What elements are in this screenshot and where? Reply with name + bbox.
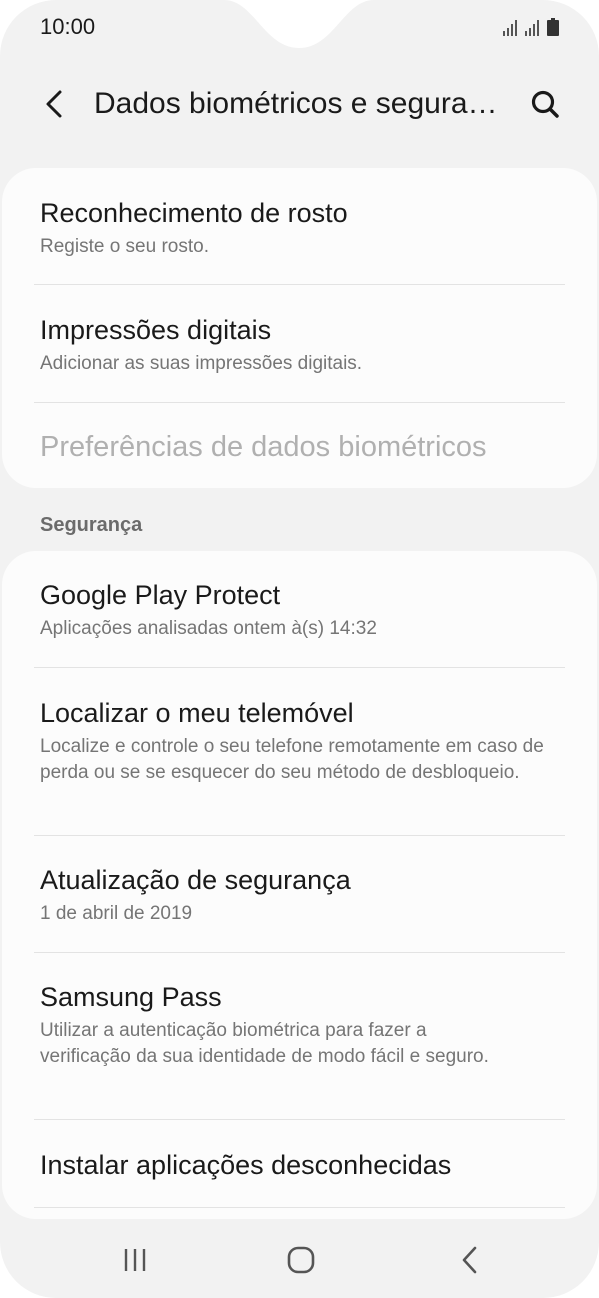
signal-icon: [525, 20, 539, 36]
item-subtitle: Registe o seu rosto.: [40, 236, 209, 257]
security-card: Google Play Protect Aplicações analisada…: [2, 551, 597, 1219]
section-label-security: Segurança: [40, 514, 143, 536]
item-title: Localizar o meu telemóvel: [40, 698, 354, 728]
nav-back-button[interactable]: [440, 1236, 500, 1284]
security-update-item[interactable]: Atualização de segurança 1 de abril de 2…: [2, 863, 597, 927]
app-header: Dados biométricos e segurança: [0, 72, 599, 136]
recents-icon: [124, 1249, 146, 1271]
item-subtitle: Localize e controle o seu telefone remot…: [40, 736, 544, 783]
google-play-protect-item[interactable]: Google Play Protect Aplicações analisada…: [2, 578, 597, 642]
find-my-mobile-item[interactable]: Localizar o meu telemóvel Localize e con…: [2, 696, 597, 786]
item-subtitle: Utilizar a autenticação biométrica para …: [40, 1020, 489, 1067]
camera-notch: [224, 0, 374, 48]
item-subtitle: Aplicações analisadas ontem à(s) 14:32: [40, 618, 377, 639]
search-icon: [531, 90, 559, 118]
biometric-preferences-item: Preferências de dados biométricos: [2, 430, 597, 464]
item-title: Impressões digitais: [40, 315, 272, 345]
item-title: Atualização de segurança: [40, 865, 351, 895]
home-button[interactable]: [271, 1236, 331, 1284]
item-title: Google Play Protect: [40, 580, 281, 610]
face-recognition-item[interactable]: Reconhecimento de rosto Registe o seu ro…: [2, 196, 597, 260]
item-title: Preferências de dados biométricos: [40, 431, 487, 463]
item-title: Instalar aplicações desconhecidas: [40, 1150, 452, 1180]
biometrics-card: Reconhecimento de rosto Registe o seu ro…: [2, 168, 597, 488]
page-title: Dados biométricos e segurança: [94, 87, 514, 120]
status-bar: 10:00: [0, 0, 599, 56]
divider: [34, 667, 565, 668]
item-subtitle: Adicionar as suas impressões digitais.: [40, 353, 363, 374]
phone-screen: 10:00 Dados biométricos e segurança Reco…: [0, 0, 599, 1298]
divider: [34, 402, 565, 403]
item-subtitle: 1 de abril de 2019: [40, 903, 193, 924]
samsung-pass-item[interactable]: Samsung Pass Utilizar a autenticação bio…: [2, 980, 597, 1070]
install-unknown-apps-item[interactable]: Instalar aplicações desconhecidas: [2, 1148, 597, 1182]
navigation-bar: [0, 1222, 599, 1298]
back-button[interactable]: [32, 80, 76, 128]
status-time: 10:00: [40, 14, 96, 39]
back-arrow-icon: [46, 90, 62, 118]
nav-back-icon: [462, 1246, 477, 1274]
fingerprints-item[interactable]: Impressões digitais Adicionar as suas im…: [2, 313, 597, 377]
battery-icon: [547, 18, 559, 36]
divider: [34, 835, 565, 836]
divider: [34, 1207, 565, 1208]
divider: [34, 284, 565, 285]
status-icons: [503, 18, 559, 36]
recents-button[interactable]: [105, 1236, 165, 1284]
item-title: Samsung Pass: [40, 982, 222, 1012]
divider: [34, 1119, 565, 1120]
search-button[interactable]: [521, 80, 569, 128]
signal-icon: [503, 20, 517, 36]
item-title: Reconhecimento de rosto: [40, 198, 348, 228]
home-icon: [287, 1246, 315, 1274]
divider: [34, 952, 565, 953]
